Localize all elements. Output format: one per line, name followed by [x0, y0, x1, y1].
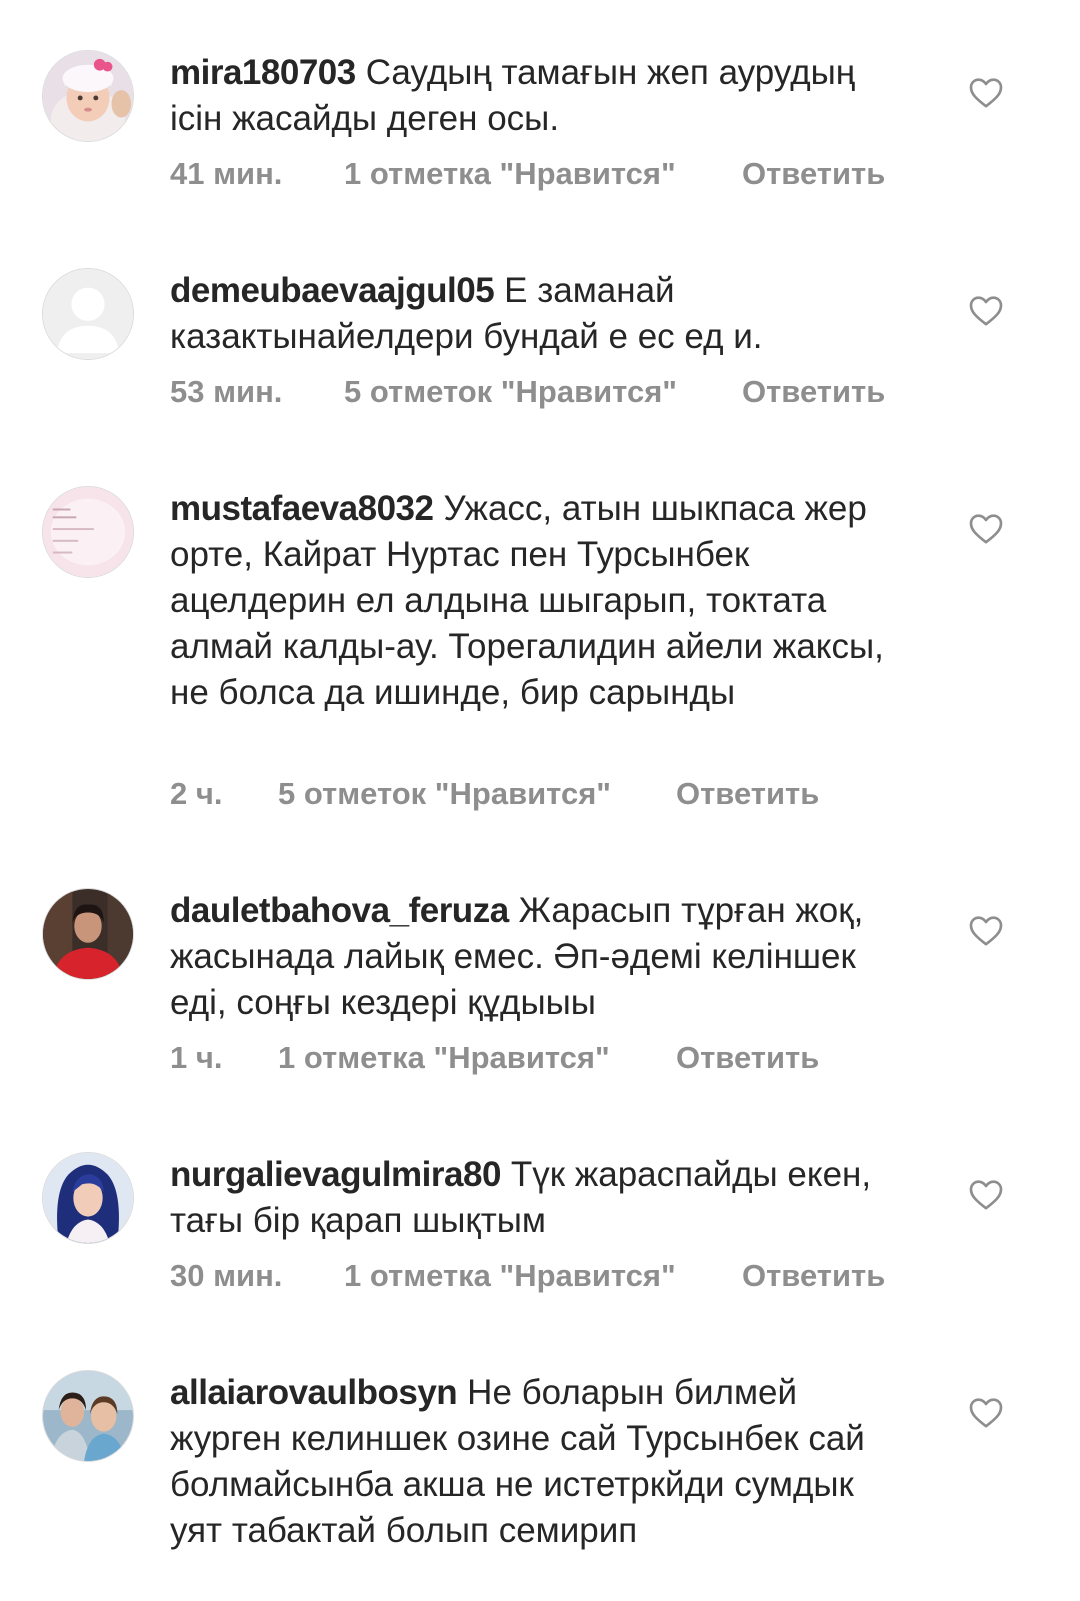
comment-likes-count[interactable]: 5 отметок "Нравится": [344, 374, 677, 410]
heart-icon[interactable]: [966, 508, 1006, 548]
reply-button[interactable]: Ответить: [742, 156, 885, 192]
heart-icon[interactable]: [966, 910, 1006, 950]
avatar[interactable]: [42, 268, 134, 360]
reply-button[interactable]: Ответить: [676, 776, 819, 812]
comment-time: 2 ч.: [170, 776, 223, 811]
avatar[interactable]: [42, 486, 134, 578]
comment-username[interactable]: mira180703: [170, 53, 356, 92]
reply-button[interactable]: Ответить: [676, 1040, 819, 1076]
comment-likes-count[interactable]: 5 отметок "Нравится": [278, 776, 611, 812]
avatar[interactable]: [42, 888, 134, 980]
heart-icon[interactable]: [966, 72, 1006, 112]
reply-button[interactable]: Ответить: [742, 374, 885, 410]
comment-time: 53 мин.: [170, 374, 283, 409]
heart-icon[interactable]: [966, 1392, 1006, 1432]
comment-username[interactable]: mustafaeva8032: [170, 489, 434, 528]
comment-username[interactable]: demeubaevaajgul05: [170, 271, 495, 310]
comment-likes-count[interactable]: 1 отметка "Нравится": [344, 156, 676, 192]
avatar[interactable]: [42, 1370, 134, 1462]
comment-username[interactable]: nurgalievagulmira80: [170, 1155, 501, 1194]
avatar[interactable]: [42, 1152, 134, 1244]
comment-time: 41 мин.: [170, 156, 283, 191]
heart-icon[interactable]: [966, 290, 1006, 330]
avatar[interactable]: [42, 50, 134, 142]
comment-time: 30 мин.: [170, 1258, 283, 1293]
comment-likes-count[interactable]: 1 отметка "Нравится": [278, 1040, 610, 1076]
comment-username[interactable]: allaiarovaulbosyn: [170, 1373, 458, 1412]
heart-icon[interactable]: [966, 1174, 1006, 1214]
comment-likes-count[interactable]: 1 отметка "Нравится": [344, 1258, 676, 1294]
comment-time: 1 ч.: [170, 1040, 223, 1075]
reply-button[interactable]: Ответить: [742, 1258, 885, 1294]
comment-username[interactable]: dauletbahova_feruza: [170, 891, 509, 930]
comments-list: mira180703 Саудың тамағын жеп аурудың ісі…: [0, 0, 1080, 1601]
